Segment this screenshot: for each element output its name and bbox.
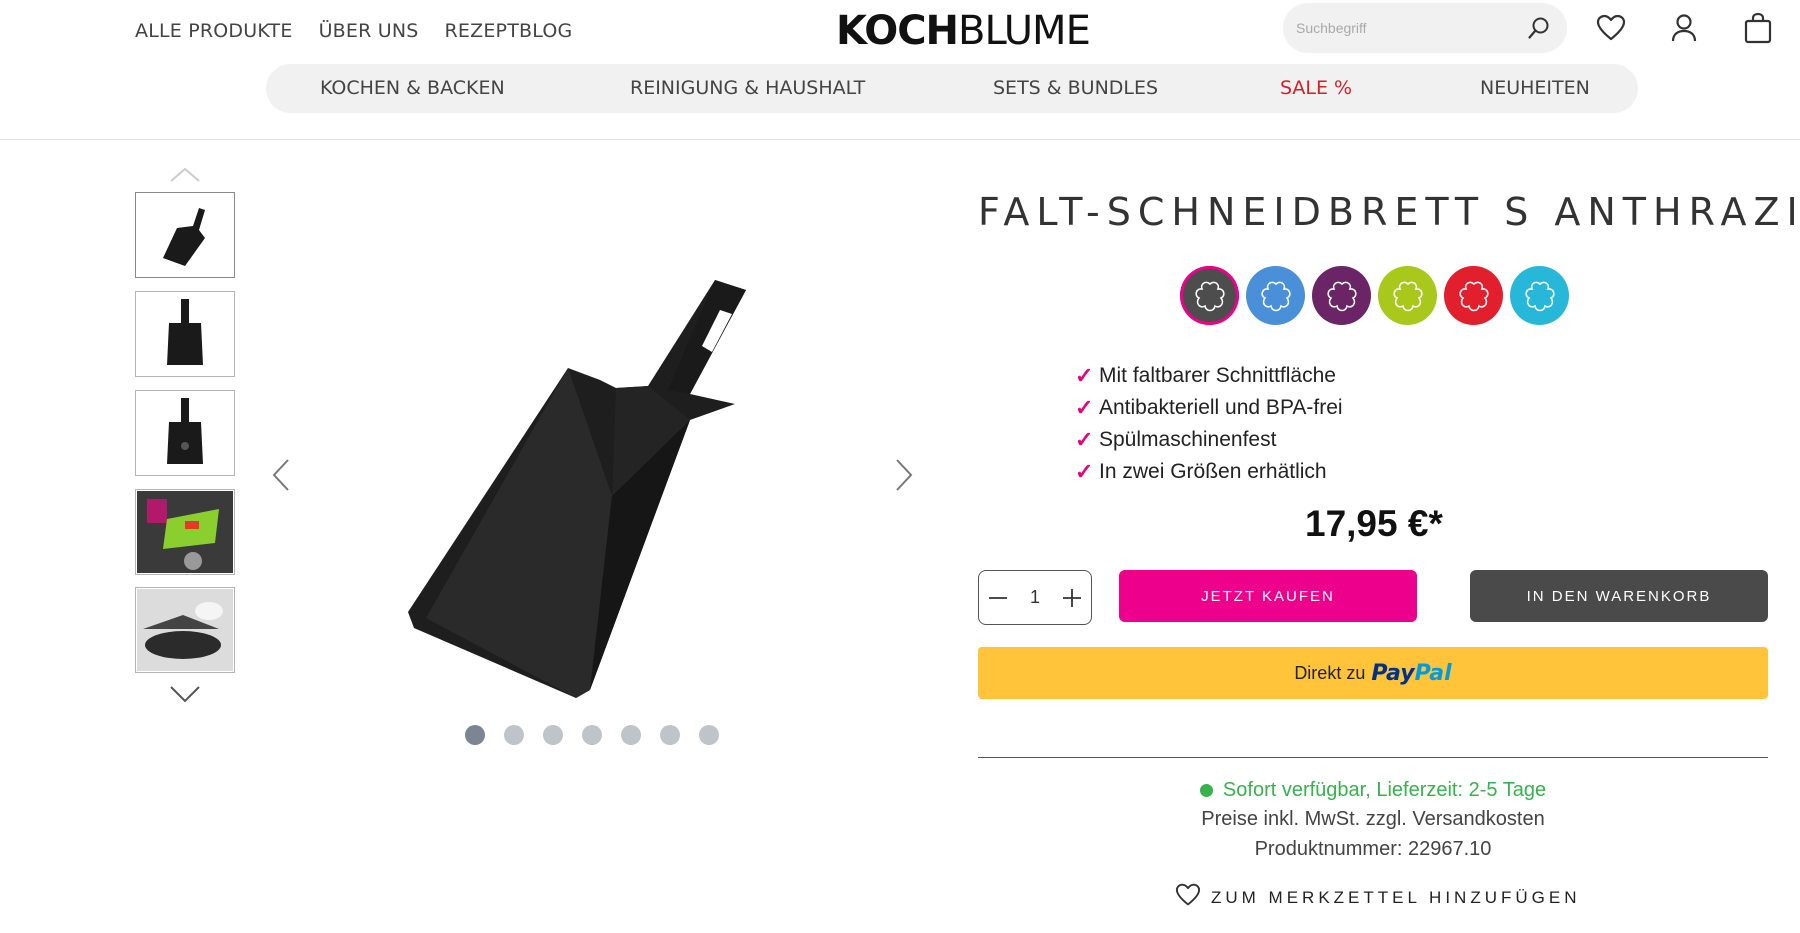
swatch-anthracite[interactable] bbox=[1180, 266, 1239, 325]
category-new-arrivals[interactable]: NEUHEITEN bbox=[1480, 77, 1590, 99]
gallery-dot-2[interactable] bbox=[504, 725, 524, 745]
nav-all-products[interactable]: ALLE PRODUKTE bbox=[135, 20, 293, 42]
swatch-lime[interactable] bbox=[1378, 266, 1437, 325]
search-input[interactable] bbox=[1296, 20, 1525, 36]
info-divider bbox=[978, 757, 1768, 758]
category-cooking-baking[interactable]: KOCHEN & BACKEN bbox=[320, 77, 505, 99]
category-sale[interactable]: SALE % bbox=[1280, 77, 1352, 99]
gallery-dot-3[interactable] bbox=[543, 725, 563, 745]
swatch-blue[interactable] bbox=[1246, 266, 1305, 325]
category-cleaning-household[interactable]: REINIGUNG & HAUSHALT bbox=[630, 77, 865, 99]
product-price: 17,95 €* bbox=[1305, 503, 1443, 544]
feature-text: Mit faltbarer Schnittfläche bbox=[1099, 364, 1336, 387]
logo-bold-part: KOCH bbox=[836, 8, 959, 54]
paypal-button[interactable]: Direkt zu PayPal bbox=[978, 647, 1768, 699]
gallery-dot-4[interactable] bbox=[582, 725, 602, 745]
bag-icon[interactable] bbox=[1740, 9, 1776, 47]
thumbnail-scroll-up-icon[interactable] bbox=[168, 164, 202, 186]
gallery-prev-icon[interactable] bbox=[266, 455, 296, 495]
paypal-prefix: Direkt zu bbox=[1294, 662, 1366, 683]
feature-item: ✓ Mit faltbarer Schnittfläche bbox=[1075, 360, 1343, 392]
availability-text: Sofort verfügbar, Lieferzeit: 2-5 Tage bbox=[1222, 779, 1547, 801]
thumbnail-4[interactable] bbox=[135, 489, 235, 575]
quantity-input[interactable] bbox=[1020, 587, 1050, 608]
header-divider bbox=[0, 139, 1800, 140]
thumbnail-2[interactable] bbox=[135, 291, 235, 377]
checkmark-icon: ✓ bbox=[1075, 459, 1094, 484]
feature-item: ✓ Antibakteriell und BPA-frei bbox=[1075, 392, 1343, 424]
logo-light-part: BLUME bbox=[958, 8, 1091, 54]
feature-list: ✓ Mit faltbarer Schnittfläche ✓ Antibakter… bbox=[1075, 360, 1343, 488]
quantity-stepper bbox=[978, 570, 1092, 625]
buy-now-button[interactable]: JETZT KAUFEN bbox=[1119, 570, 1417, 622]
swatch-cyan[interactable] bbox=[1510, 266, 1569, 325]
heart-icon[interactable] bbox=[1593, 9, 1629, 47]
paypal-logo: PayPal bbox=[1371, 660, 1452, 686]
product-title: FALT-SCHNEIDBRETT S ANTHRAZIT bbox=[978, 190, 1800, 234]
gallery-dot-7[interactable] bbox=[699, 725, 719, 745]
feature-text: Spülmaschinenfest bbox=[1099, 428, 1277, 451]
quantity-decrease-icon[interactable] bbox=[985, 585, 1011, 611]
wishlist-label: ZUM MERKZETTEL HINZUFÜGEN bbox=[1211, 887, 1581, 907]
thumbnail-3[interactable] bbox=[135, 390, 235, 476]
add-to-wishlist-link[interactable]: ZUM MERKZETTEL HINZUFÜGEN bbox=[1175, 883, 1580, 912]
search-box bbox=[1283, 3, 1567, 53]
availability-status: Sofort verfügbar, Lieferzeit: 2-5 Tage bbox=[978, 779, 1768, 802]
checkmark-icon: ✓ bbox=[1075, 427, 1094, 452]
search-icon[interactable] bbox=[1525, 14, 1553, 42]
gallery-dot-6[interactable] bbox=[660, 725, 680, 745]
thumbnail-5[interactable] bbox=[135, 587, 235, 673]
product-number: Produktnummer: 22967.10 bbox=[1254, 838, 1492, 860]
gallery-dot-1[interactable] bbox=[465, 725, 485, 745]
top-navigation: ALLE PRODUKTE ÜBER UNS REZEPTBLOG bbox=[135, 20, 572, 42]
user-icon[interactable] bbox=[1666, 9, 1702, 47]
thumbnail-1[interactable] bbox=[135, 192, 235, 278]
category-bar: KOCHEN & BACKEN REINIGUNG & HAUSHALT SET… bbox=[266, 64, 1638, 113]
checkmark-icon: ✓ bbox=[1075, 395, 1094, 420]
availability-dot-icon bbox=[1199, 784, 1213, 797]
swatch-purple[interactable] bbox=[1312, 266, 1371, 325]
add-to-cart-button[interactable]: IN DEN WARENKORB bbox=[1470, 570, 1768, 622]
checkmark-icon: ✓ bbox=[1075, 363, 1094, 388]
feature-item: ✓ In zwei Größen erhätlich bbox=[1075, 456, 1343, 488]
gallery-next-icon[interactable] bbox=[889, 455, 919, 495]
feature-text: Antibakteriell und BPA-frei bbox=[1099, 396, 1343, 419]
gallery-dot-5[interactable] bbox=[621, 725, 641, 745]
feature-item: ✓ Spülmaschinenfest bbox=[1075, 424, 1343, 456]
category-sets-bundles[interactable]: SETS & BUNDLES bbox=[993, 77, 1158, 99]
feature-text: In zwei Größen erhätlich bbox=[1099, 460, 1327, 483]
heart-icon bbox=[1175, 883, 1201, 912]
color-swatches bbox=[1180, 266, 1569, 325]
price-note: Preise inkl. MwSt. zzgl. Versandkosten bbox=[1201, 808, 1545, 830]
swatch-red[interactable] bbox=[1444, 266, 1503, 325]
gallery-pagination bbox=[465, 725, 719, 745]
thumbnail-scroll-down-icon[interactable] bbox=[168, 683, 202, 705]
nav-recipe-blog[interactable]: REZEPTBLOG bbox=[445, 20, 573, 42]
nav-about-us[interactable]: ÜBER UNS bbox=[319, 20, 419, 42]
kochblume-logo[interactable]: KOCHBLUME bbox=[836, 8, 1091, 54]
quantity-increase-icon[interactable] bbox=[1059, 585, 1085, 611]
main-product-image bbox=[390, 270, 790, 710]
